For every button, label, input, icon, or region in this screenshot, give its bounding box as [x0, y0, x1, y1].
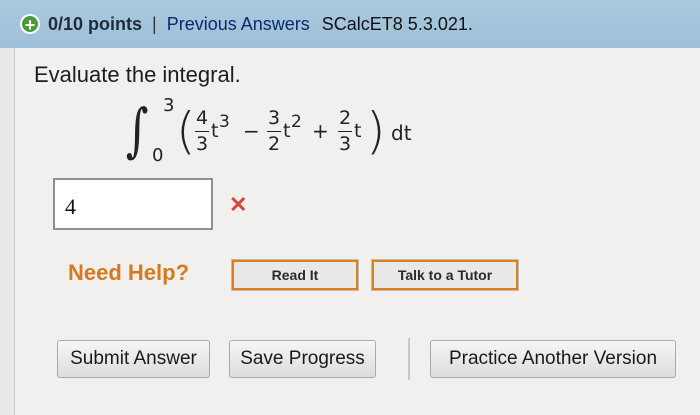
- term1-variable: t: [211, 120, 219, 142]
- points-score: 0/10 points: [48, 13, 143, 34]
- term3-numerator: 2: [339, 107, 352, 129]
- term1-fraction-bar: [195, 131, 209, 132]
- term2-denominator: 2: [268, 133, 281, 155]
- previous-answers-link[interactable]: Previous Answers: [167, 14, 310, 35]
- integral-sign-icon: ∫: [125, 96, 149, 164]
- term1-numerator: 4: [196, 107, 209, 129]
- read-it-button[interactable]: Read It: [231, 259, 359, 291]
- need-help-label: Need Help?: [68, 260, 190, 285]
- right-paren: ): [366, 102, 386, 160]
- term3-fraction-bar: [338, 131, 352, 132]
- term3-denominator: 3: [339, 133, 352, 155]
- term2-fraction-bar: [267, 131, 281, 132]
- lower-limit: 0: [152, 145, 164, 166]
- save-progress-button[interactable]: Save Progress: [229, 340, 376, 378]
- differential: dt: [391, 121, 412, 145]
- answer-input[interactable]: 4: [53, 178, 213, 230]
- upper-limit: 3: [163, 95, 175, 116]
- expand-plus-icon[interactable]: +: [20, 14, 40, 34]
- button-divider: [408, 338, 410, 380]
- submit-answer-button[interactable]: Submit Answer: [57, 340, 210, 378]
- term1-denominator: 3: [196, 133, 209, 155]
- term2-variable: t: [283, 120, 291, 142]
- talk-to-tutor-button[interactable]: Talk to a Tutor: [371, 259, 519, 291]
- question-reference: SCalcET8 5.3.021.: [321, 13, 473, 34]
- question-prompt: Evaluate the integral.: [34, 62, 241, 87]
- minus-operator: −: [243, 119, 260, 143]
- left-paren: (: [176, 102, 196, 160]
- plus-operator: +: [312, 119, 329, 143]
- header-separator: |: [152, 13, 157, 34]
- term1-exponent: 3: [219, 112, 230, 132]
- term3-variable: t: [354, 120, 362, 142]
- term2-numerator: 3: [268, 107, 281, 129]
- question-header: + 0/10 points | Previous Answers SCalcET…: [0, 0, 700, 48]
- incorrect-x-icon: ✕: [229, 192, 248, 217]
- term2-exponent: 2: [291, 112, 302, 132]
- practice-another-version-button[interactable]: Practice Another Version: [430, 340, 676, 378]
